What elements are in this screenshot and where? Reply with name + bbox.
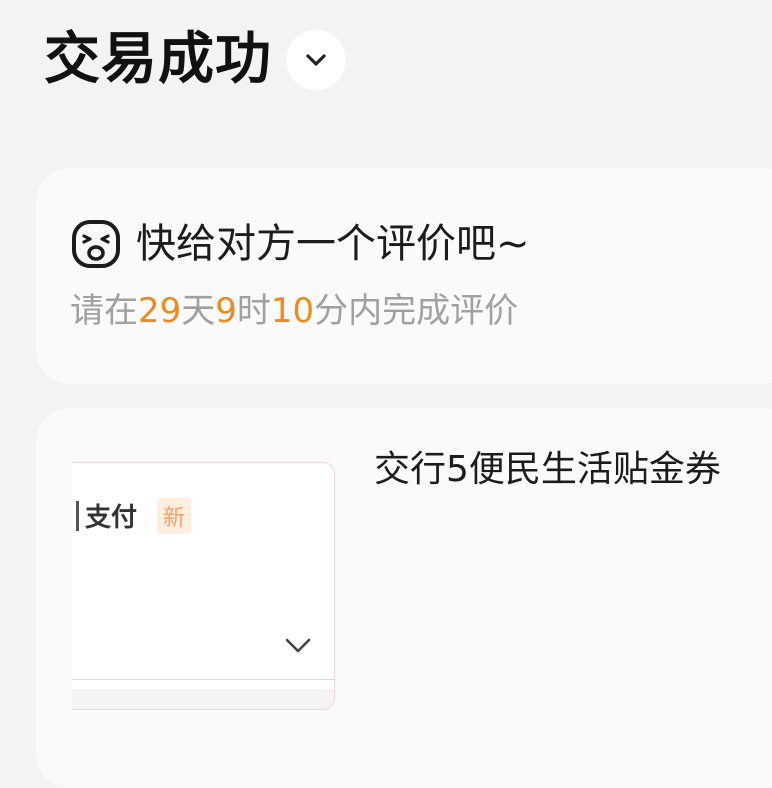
review-prompt-title: 快给对方一个评价吧~	[136, 221, 530, 267]
face-icon	[72, 220, 120, 268]
deadline-hours-unit: 时	[236, 291, 271, 331]
deadline-minutes-unit: 分	[314, 291, 349, 331]
new-badge: 新	[157, 497, 192, 534]
order-item-card[interactable]: 支付 新 交行5便民生活贴金券	[36, 408, 772, 788]
order-status-title: 交易成功	[44, 27, 272, 92]
deadline-hours: 9	[215, 291, 237, 331]
header: 交易成功	[44, 28, 346, 92]
deadline-prefix: 请在	[70, 291, 138, 331]
deadline-minutes: 10	[270, 291, 315, 331]
review-prompt-card[interactable]: 快给对方一个评价吧~ 请在29天9时10分内完成评价	[36, 168, 772, 384]
review-title-row: 快给对方一个评价吧~	[70, 218, 530, 270]
expand-status-button[interactable]	[286, 30, 346, 90]
thumbnail-divider	[76, 500, 79, 531]
chevron-down-icon	[285, 638, 311, 653]
deadline-days-unit: 天	[181, 291, 216, 331]
thumbnail-row: 支付 新	[76, 497, 192, 534]
thumbnail-footer	[72, 689, 334, 709]
thumbnail-label: 支付	[85, 503, 138, 533]
deadline-days: 29	[138, 291, 182, 331]
deadline-suffix: 内完成评价	[348, 291, 519, 331]
product-thumbnail[interactable]: 支付 新	[72, 462, 335, 710]
review-deadline-text: 请在29天9时10分内完成评价	[70, 288, 518, 334]
product-title[interactable]: 交行5便民生活贴金券	[374, 446, 721, 494]
chevron-down-icon	[306, 54, 326, 66]
thumbnail-divider-line	[72, 679, 334, 680]
